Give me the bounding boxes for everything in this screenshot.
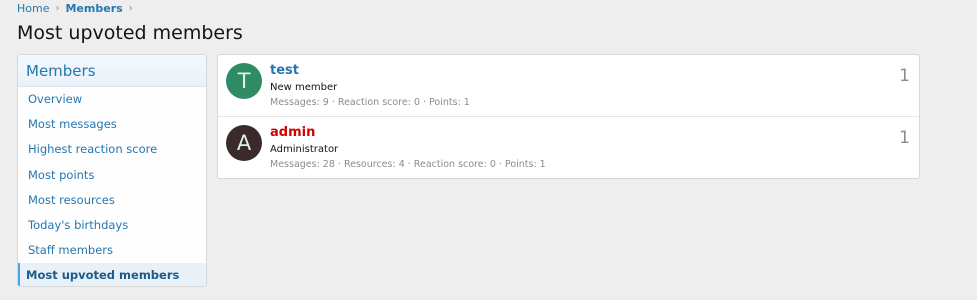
avatar[interactable]: A [226, 125, 262, 161]
list-item: A admin Administrator Messages: 28 · Res… [218, 117, 919, 178]
member-name-link[interactable]: admin [270, 125, 546, 141]
member-title: Administrator [270, 144, 339, 155]
breadcrumb-home-link[interactable]: Home [17, 2, 49, 15]
page-title: Most upvoted members [17, 22, 243, 44]
member-stats: Messages: 28 · Resources: 4 · Reaction s… [270, 159, 546, 170]
sidebar-item-overview[interactable]: Overview [18, 87, 206, 112]
chevron-right-icon: › [128, 3, 133, 14]
breadcrumb: Home › Members › [17, 2, 133, 15]
member-list: T test New member Messages: 9 · Reaction… [217, 54, 920, 179]
sidebar-item-highest-reaction-score[interactable]: Highest reaction score [18, 137, 206, 162]
member-info: admin Administrator Messages: 28 · Resou… [270, 125, 546, 171]
member-name-link[interactable]: test [270, 63, 470, 79]
sidebar-item-most-points[interactable]: Most points [18, 163, 206, 188]
sidebar-header: Members [18, 55, 206, 87]
sidebar-item-staff-members[interactable]: Staff members [18, 238, 206, 263]
member-title: New member [270, 82, 338, 93]
sidebar-item-most-resources[interactable]: Most resources [18, 188, 206, 213]
avatar[interactable]: T [226, 63, 262, 99]
list-item: T test New member Messages: 9 · Reaction… [218, 55, 919, 117]
sidebar-item-most-upvoted-members[interactable]: Most upvoted members [18, 263, 206, 286]
sidebar-item-most-messages[interactable]: Most messages [18, 112, 206, 137]
upvote-count: 1 [899, 66, 910, 86]
member-info: test New member Messages: 9 · Reaction s… [270, 63, 470, 109]
breadcrumb-members-link[interactable]: Members [65, 2, 122, 15]
sidebar-item-todays-birthdays[interactable]: Today's birthdays [18, 213, 206, 238]
sidebar-nav: Overview Most messages Highest reaction … [18, 87, 206, 286]
members-sidebar: Members Overview Most messages Highest r… [17, 54, 207, 287]
upvote-count: 1 [899, 128, 910, 148]
member-stats: Messages: 9 · Reaction score: 0 · Points… [270, 97, 470, 108]
chevron-right-icon: › [55, 3, 60, 14]
